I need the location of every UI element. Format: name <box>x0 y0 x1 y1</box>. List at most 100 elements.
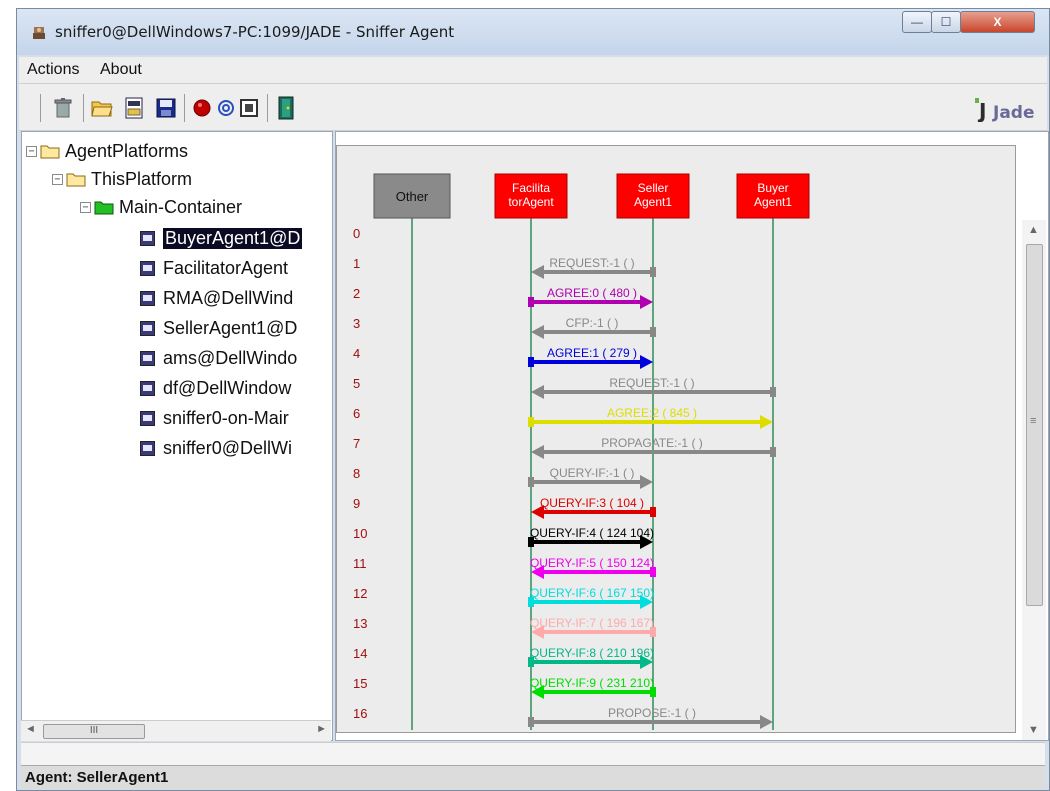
exit-door-icon[interactable] <box>275 96 297 120</box>
menu-actions[interactable]: Actions <box>27 61 79 79</box>
status-bar: Agent: SellerAgent1 <box>21 765 1045 790</box>
swirl-icon[interactable] <box>215 97 237 119</box>
status-spacer <box>21 742 1045 765</box>
tree-agent-item[interactable]: FacilitatorAgent <box>140 255 288 281</box>
svg-text:Jade: Jade <box>992 103 1035 122</box>
lane-label: Seller <box>638 181 669 195</box>
arrowhead <box>640 295 653 309</box>
toolbar-separator <box>83 94 84 122</box>
message-tail <box>528 417 534 427</box>
tree-agent-item[interactable]: ams@DellWindo <box>140 345 297 371</box>
agent-icon <box>140 290 155 306</box>
tree-agent-item[interactable]: BuyerAgent1@D <box>140 225 303 251</box>
agent-icon <box>140 350 155 366</box>
row-number: 4 <box>353 346 360 361</box>
collapse-icon[interactable]: − <box>26 145 37 157</box>
scroll-right-icon[interactable]: ► <box>316 723 327 735</box>
arrowhead <box>760 715 773 729</box>
collapse-icon[interactable]: − <box>80 201 91 213</box>
message-label: REQUEST:-1 ( ) <box>609 376 694 390</box>
arrowhead <box>531 385 544 399</box>
sniffer-diagram-panel: Other Facilita torAgent Seller Agent1 Buyer Ag… <box>335 131 1049 741</box>
lane-label: Facilita <box>512 181 550 195</box>
message-tail <box>528 297 534 307</box>
scroll-up-icon[interactable]: ▲ <box>1028 224 1039 236</box>
monitor-icon[interactable] <box>238 97 260 119</box>
toolbar: J Jade <box>19 84 1047 131</box>
row-number: 6 <box>353 406 360 421</box>
open-file-icon[interactable] <box>123 97 145 119</box>
row-number: 15 <box>353 676 367 691</box>
collapse-icon[interactable]: − <box>52 173 63 185</box>
arrowhead <box>531 265 544 279</box>
tree-label: ThisPlatform <box>91 168 193 189</box>
diagram-vertical-scrollbar[interactable]: ▲ ≡ ▼ <box>1022 220 1046 740</box>
agent-icon <box>140 230 155 246</box>
message-label: PROPOSE:-1 ( ) <box>608 706 696 720</box>
scroll-left-icon[interactable]: ◄ <box>25 723 36 735</box>
row-number: 5 <box>353 376 360 391</box>
tree-horizontal-scrollbar[interactable]: ◄ III ► <box>21 720 331 741</box>
message-label: AGREE:2 ( 845 ) <box>607 406 697 420</box>
maximize-button[interactable]: ☐ <box>931 11 961 33</box>
tree-platform-node[interactable]: − ThisPlatform <box>52 166 192 192</box>
title-bar[interactable]: sniffer0@DellWindows7-PC:1099/JADE - Sni… <box>17 9 1049 55</box>
folder-icon <box>66 173 86 186</box>
sniffer-app-icon <box>33 27 45 39</box>
row-number: 3 <box>353 316 360 331</box>
message-label: QUERY-IF:4 ( 124 104) <box>530 526 654 540</box>
trash-icon[interactable] <box>52 97 74 119</box>
tree-label: AgentPlatforms <box>65 140 189 161</box>
lane-label: Agent1 <box>754 195 792 209</box>
row-number: 10 <box>353 526 367 541</box>
tree-agent-item[interactable]: df@DellWindow <box>140 375 291 401</box>
arrowhead <box>640 355 653 369</box>
record-icon[interactable] <box>191 97 213 119</box>
menu-bar: Actions About <box>19 57 1047 84</box>
message-label: QUERY-IF:8 ( 210 196) <box>530 646 654 660</box>
message-tail <box>528 717 534 727</box>
close-button[interactable]: X <box>960 11 1035 33</box>
message-label: QUERY-IF:9 ( 231 210) <box>530 676 654 690</box>
save-icon[interactable] <box>155 97 177 119</box>
row-number: 14 <box>353 646 367 661</box>
open-folder-icon[interactable] <box>91 97 113 119</box>
tree-agent-item[interactable]: sniffer0@DellWi <box>140 435 292 461</box>
row-number: 7 <box>353 436 360 451</box>
scroll-down-icon[interactable]: ▼ <box>1028 724 1039 736</box>
jade-logo: J Jade <box>973 96 1041 123</box>
agent-tree[interactable]: − AgentPlatforms − ThisPlatform − Main-C… <box>21 131 333 741</box>
sniffer-window: sniffer0@DellWindows7-PC:1099/JADE - Sni… <box>16 8 1050 791</box>
row-number: 0 <box>353 226 360 241</box>
message-label: QUERY-IF:-1 ( ) <box>550 466 635 480</box>
agent-icon <box>140 380 155 396</box>
toolbar-separator <box>184 94 185 122</box>
tree-container-node[interactable]: − Main-Container <box>80 194 242 220</box>
minimize-button[interactable]: — <box>902 11 932 33</box>
svg-text:J: J <box>977 99 986 122</box>
scroll-thumb[interactable]: III <box>43 724 145 739</box>
lane-label: Buyer <box>757 181 788 195</box>
message-label: QUERY-IF:5 ( 150 124) <box>530 556 654 570</box>
toolbar-separator <box>267 94 268 122</box>
toolbar-separator <box>40 94 41 122</box>
menu-about[interactable]: About <box>100 61 142 79</box>
row-number: 16 <box>353 706 367 721</box>
message-label: QUERY-IF:7 ( 196 167) <box>530 616 654 630</box>
window-title: sniffer0@DellWindows7-PC:1099/JADE - Sni… <box>55 23 455 41</box>
message-tail <box>528 357 534 367</box>
tree-agent-item[interactable]: sniffer0-on-Mair <box>140 405 289 431</box>
row-number: 1 <box>353 256 360 271</box>
agent-icon <box>140 260 155 276</box>
scroll-thumb[interactable]: ≡ <box>1026 244 1043 606</box>
tree-root-node[interactable]: − AgentPlatforms <box>26 138 188 164</box>
message-canvas: Other Facilita torAgent Seller Agent1 Buyer Ag… <box>336 145 1016 733</box>
row-number: 13 <box>353 616 367 631</box>
row-number: 9 <box>353 496 360 511</box>
green-folder-icon <box>94 201 114 214</box>
tree-agent-item[interactable]: SellerAgent1@D <box>140 315 297 341</box>
row-number: 11 <box>353 556 367 571</box>
tree-agent-item[interactable]: RMA@DellWind <box>140 285 293 311</box>
arrowhead <box>760 415 773 429</box>
lane-label: Other <box>396 189 429 204</box>
